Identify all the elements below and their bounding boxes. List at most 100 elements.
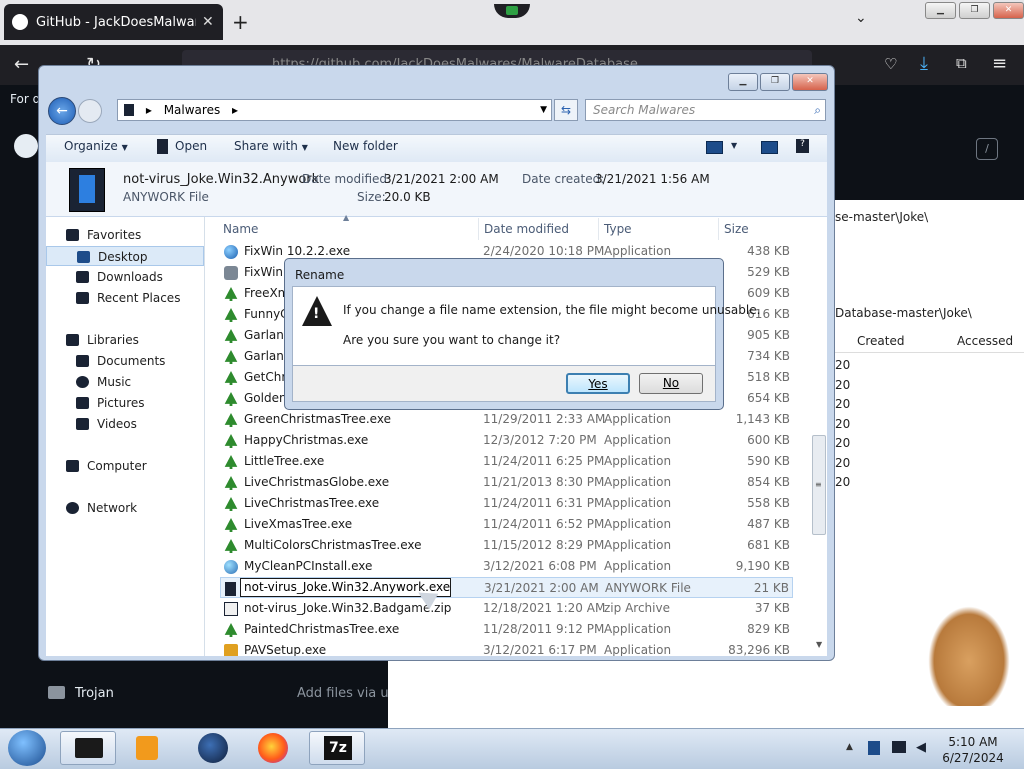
details-date-created: 3/21/2021 1:56 AM (595, 172, 710, 186)
created-column[interactable]: Created (857, 334, 905, 348)
scroll-down-arrow-icon[interactable]: ▼ (816, 640, 822, 649)
nav-label: Documents (97, 354, 166, 368)
nav-favorites[interactable]: Favorites (46, 225, 224, 245)
table-row[interactable]: MultiColorsChristmasTree.exe 11/15/2012 8… (220, 535, 793, 556)
column-divider[interactable] (598, 218, 599, 240)
table-row[interactable]: not-virus_Joke.Win32.Badgame.zip 12/18/20… (220, 598, 793, 619)
trojan-folder-link[interactable]: Trojan (75, 686, 114, 701)
file-type: Application (604, 412, 672, 426)
new-folder-button[interactable]: New folder (333, 139, 398, 153)
nav-computer[interactable]: Computer (46, 456, 224, 476)
globe-app-icon[interactable] (198, 733, 228, 763)
breadcrumb-chevron-icon[interactable]: ▸ (146, 103, 152, 117)
tree-icon (224, 539, 238, 553)
table-row[interactable]: LittleTree.exe 11/24/2011 6:25 PM Applicat… (220, 451, 793, 472)
explorer-forward-button[interactable] (78, 99, 102, 123)
start-button[interactable] (8, 730, 46, 766)
file-size: 734 KB (747, 349, 790, 363)
column-date-modified[interactable]: Date modified (484, 222, 569, 236)
no-label: No (662, 376, 680, 390)
taskbar-explorer-button[interactable] (60, 731, 116, 765)
tree-icon (224, 497, 238, 511)
file-name: PAVSetup.exe (244, 643, 327, 656)
clock-date: 6/27/2024 (942, 751, 1004, 765)
list-item: 20 (835, 475, 851, 489)
table-row[interactable]: LiveChristmasTree.exe 11/24/2011 6:31 PM A… (220, 493, 793, 514)
file-size: 9,190 KB (735, 559, 790, 573)
column-type[interactable]: Type (604, 222, 632, 236)
preview-pane-icon[interactable] (761, 141, 778, 154)
open-button[interactable]: Open (175, 139, 207, 153)
dialog-body (292, 286, 716, 366)
organize-button[interactable]: Organize ▼ (64, 139, 128, 153)
firefox-icon[interactable] (258, 733, 288, 763)
view-options-icon[interactable] (706, 141, 723, 154)
file-list-scrollbar[interactable]: ≡ (812, 435, 826, 535)
explorer-icon (75, 738, 103, 758)
navigation-pane: Favorites Desktop Downloads Recent Place… (46, 217, 205, 656)
table-row[interactable]: GreenChristmasTree.exe 11/29/2011 2:33 AM… (220, 409, 793, 430)
file-size: 829 KB (747, 622, 790, 636)
tree-icon (224, 413, 238, 427)
help-icon[interactable]: ? (796, 139, 809, 153)
github-logo-icon[interactable] (14, 134, 38, 158)
yes-button[interactable]: Yes (566, 373, 630, 394)
no-button[interactable]: No (639, 373, 703, 394)
share-with-label: Share with (234, 139, 298, 153)
breadcrumb-malwares[interactable]: Malwares (164, 103, 221, 117)
browser-tab-github[interactable]: GitHub - JackDoesMalwares/M... ✕ (4, 4, 223, 40)
address-dropdown-icon[interactable]: ▼ (540, 100, 547, 120)
media-player-icon[interactable] (136, 736, 158, 760)
column-divider[interactable] (718, 218, 719, 240)
explorer-maximize-button[interactable]: ❐ (760, 73, 790, 91)
table-row[interactable]: LiveXmasTree.exe 11/24/2011 6:52 PM Applic… (220, 514, 793, 535)
table-row[interactable]: HappyChristmas.exe 12/3/2012 7:20 PM Appli… (220, 430, 793, 451)
table-row[interactable]: LiveChristmasGlobe.exe 11/21/2013 8:30 PM… (220, 472, 793, 493)
refresh-icon[interactable]: ⇆ (554, 99, 578, 121)
folder-icon (48, 686, 65, 699)
clock[interactable]: 5:10 AM 6/27/2024 (928, 734, 1018, 766)
table-row[interactable]: MyCleanPCInstall.exe 3/12/2021 6:08 PM App… (220, 556, 793, 577)
close-button[interactable]: ✕ (993, 2, 1024, 19)
back-arrow-icon[interactable]: ← (14, 54, 29, 75)
accessed-column[interactable]: Accessed (957, 334, 1013, 348)
commit-message: Add files via u (297, 686, 389, 701)
tree-icon (224, 476, 238, 490)
minimize-button[interactable]: ▁ (925, 2, 956, 19)
pocket-icon[interactable]: ♡ (884, 55, 897, 73)
libraries-icon (66, 334, 79, 346)
taskbar-7zip-button[interactable]: 7z (309, 731, 365, 765)
nav-network[interactable]: Network (46, 498, 224, 518)
share-with-button[interactable]: Share with ▼ (234, 139, 308, 153)
search-icon[interactable]: ⌕ (814, 100, 821, 120)
list-item: 20 (835, 377, 851, 392)
table-row[interactable]: PaintedChristmasTree.exe 11/28/2011 9:12 … (220, 619, 793, 640)
maximize-button[interactable]: ❐ (959, 2, 990, 19)
download-icon[interactable]: ⤓ (920, 53, 928, 74)
new-tab-button[interactable]: + (232, 10, 249, 34)
music-icon (76, 376, 89, 388)
explorer-close-button[interactable]: ✕ (792, 73, 828, 91)
details-file-type: ANYWORK File (123, 190, 209, 204)
extensions-icon[interactable]: ⧉ (956, 54, 967, 72)
volume-icon[interactable]: ◀ (916, 740, 926, 755)
tab-close-icon[interactable]: ✕ (202, 14, 214, 30)
breadcrumb-chevron-icon[interactable]: ▸ (232, 103, 238, 117)
tray-app-icon[interactable] (868, 741, 880, 755)
tray-expand-icon[interactable]: ▲ (846, 742, 853, 752)
table-row[interactable]: PAVSetup.exe 3/12/2021 6:17 PM Application… (220, 640, 793, 656)
column-name[interactable]: Name (223, 222, 258, 236)
network-tray-icon[interactable] (892, 741, 906, 753)
address-bar[interactable]: ▸ Malwares ▸ ▼ (117, 99, 552, 121)
explorer-minimize-button[interactable]: ▁ (728, 73, 758, 91)
explorer-back-button[interactable]: ← (48, 97, 76, 125)
nav-libraries[interactable]: Libraries (46, 330, 224, 350)
search-input[interactable]: Search Malwares ⌕ (585, 99, 826, 121)
list-tabs-chevron-icon[interactable]: ⌄ (855, 10, 867, 26)
nav-desktop[interactable]: Desktop (46, 246, 204, 266)
column-divider[interactable] (478, 218, 479, 240)
file-name: LiveXmasTree.exe (244, 517, 353, 531)
column-size[interactable]: Size (724, 222, 749, 236)
menu-icon[interactable]: ≡ (992, 53, 1007, 74)
view-dropdown-icon[interactable]: ▼ (731, 141, 737, 150)
